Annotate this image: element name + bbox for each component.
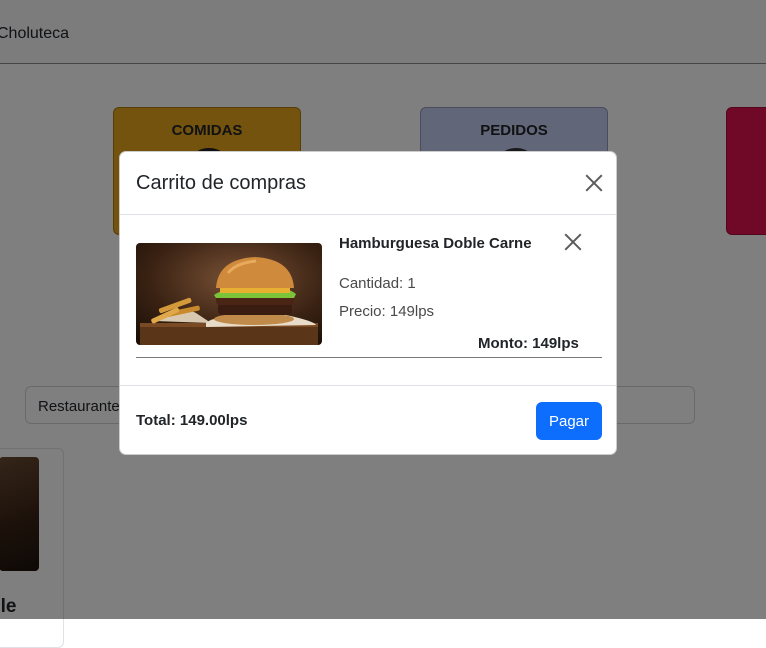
cart-item-amount: Monto: 149lps — [478, 335, 579, 352]
burger-image-svg — [136, 243, 322, 345]
remove-item-button[interactable] — [563, 232, 583, 252]
cart-total: Total: 149.00lps — [136, 412, 248, 429]
cart-modal: Carrito de compras Hamburguesa Doble Car… — [119, 151, 617, 455]
burger-photo — [136, 243, 322, 345]
modal-header: Carrito de compras — [120, 152, 616, 215]
item-divider — [136, 357, 602, 358]
modal-title: Carrito de compras — [136, 172, 307, 194]
close-modal-button[interactable] — [583, 172, 605, 194]
modal-footer: Total: 149.00lps Pagar — [120, 385, 616, 454]
cart-item-name: Hamburguesa Doble Carne — [339, 235, 532, 252]
cart-item-price: Precio: 149lps — [339, 303, 435, 320]
cart-item-quantity: Cantidad: 1 — [339, 275, 416, 292]
pay-button[interactable]: Pagar — [536, 402, 602, 440]
